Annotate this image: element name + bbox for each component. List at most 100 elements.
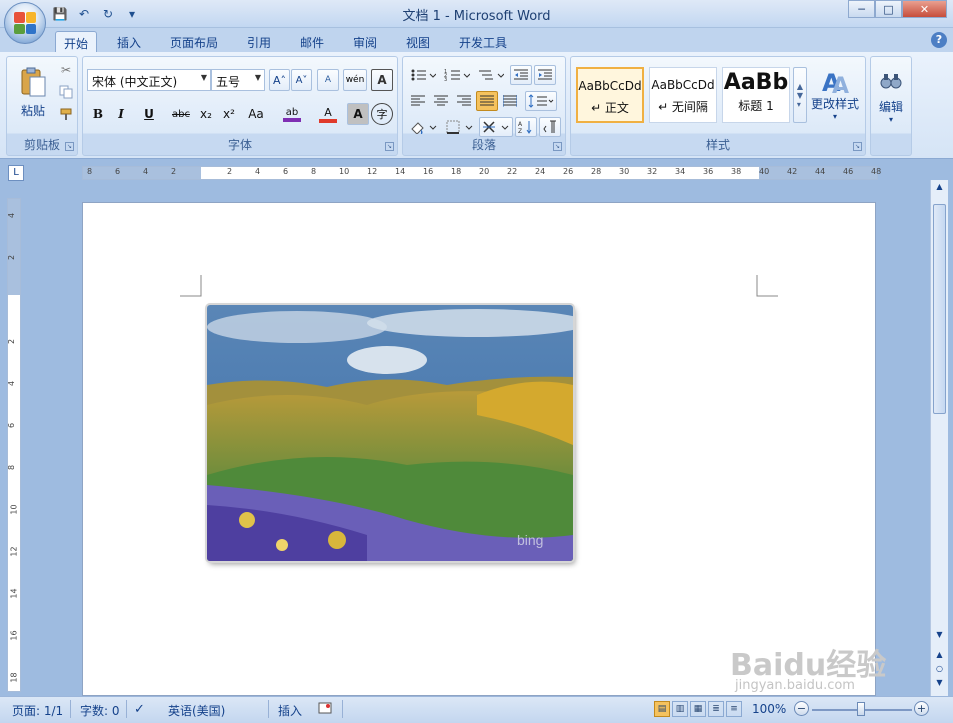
outline-view-icon[interactable]: ≣ — [708, 701, 724, 717]
horizontal-ruler[interactable]: 8 6 4 2 2 4 6 8 10 12 14 16 18 20 22 24 26 28 30 32 34 36 38 40… — [82, 166, 881, 180]
tab-review[interactable]: 审阅 — [344, 31, 386, 52]
shrink-font-button[interactable]: A˅ — [291, 69, 312, 91]
zoom-level[interactable]: 100% — [752, 702, 786, 716]
page-count[interactable]: 页面: 1/1 — [12, 702, 63, 719]
highlight-button[interactable]: ab — [275, 103, 309, 125]
decrease-indent-icon[interactable] — [510, 65, 532, 85]
char-shading-button[interactable]: A — [347, 103, 369, 125]
multilevel-list-icon[interactable] — [475, 65, 507, 85]
tab-home[interactable]: 开始 — [55, 31, 97, 52]
tab-developer[interactable]: 开发工具 — [450, 31, 516, 52]
styles-scroll[interactable]: ▲ ▼ ▾ — [793, 67, 807, 123]
ruler-tick: 10 — [339, 167, 350, 176]
clear-format-button[interactable]: A — [317, 69, 339, 91]
chinese-layout-icon[interactable] — [479, 117, 513, 137]
grow-font-button[interactable]: A˄ — [269, 69, 290, 91]
change-case-button[interactable]: Aa — [241, 103, 271, 125]
enclose-char-button[interactable]: 字 — [371, 103, 393, 125]
next-page-icon[interactable]: ▼ — [933, 678, 946, 692]
cut-icon[interactable]: ✂ — [57, 61, 75, 79]
font-color-button[interactable]: A — [311, 103, 345, 125]
subscript-button[interactable]: x₂ — [195, 103, 217, 125]
justify-icon[interactable] — [476, 91, 498, 111]
editing-button[interactable]: 编辑 ▾ — [873, 61, 909, 135]
line-spacing-icon[interactable] — [525, 91, 557, 111]
ruler-tick: 24 — [535, 167, 546, 176]
zoom-in-icon[interactable]: + — [914, 701, 929, 716]
prev-page-icon[interactable]: ▲ — [933, 650, 946, 664]
sort-icon[interactable]: AZ — [515, 117, 537, 137]
inserted-picture[interactable]: bing — [207, 305, 573, 561]
font-size-combo[interactable]: 五号 ▼ — [211, 69, 265, 91]
font-color-label: A — [324, 105, 332, 119]
office-logo-icon — [14, 12, 36, 34]
proofing-icon[interactable]: ✓ — [134, 702, 145, 717]
office-button[interactable] — [4, 2, 46, 44]
align-right-icon[interactable] — [453, 91, 475, 111]
tab-references[interactable]: 引用 — [238, 31, 280, 52]
vertical-ruler[interactable]: 4 2 2 4 6 8 10 12 14 16 18 — [7, 198, 21, 692]
zoom-slider-handle[interactable] — [857, 702, 865, 716]
font-name-combo[interactable]: 宋体 (中文正文) ▼ — [87, 69, 211, 91]
change-styles-button[interactable]: AA 更改样式 ▾ — [809, 63, 861, 125]
full-screen-reading-icon[interactable]: ▥ — [672, 701, 688, 717]
scroll-down-icon[interactable]: ▼ — [933, 630, 946, 644]
tab-view[interactable]: 视图 — [397, 31, 439, 52]
ruler-tick: 30 — [619, 167, 630, 176]
borders-icon[interactable] — [443, 117, 477, 137]
tab-mailings[interactable]: 邮件 — [291, 31, 333, 52]
minimize-button[interactable]: ─ — [848, 0, 875, 18]
macro-record-icon[interactable] — [318, 702, 332, 717]
format-painter-icon[interactable] — [57, 105, 75, 123]
style-heading-1[interactable]: AaBb 标题 1 — [722, 67, 790, 123]
scroll-thumb[interactable] — [933, 204, 946, 414]
style-normal[interactable]: AaBbCcDd ↵ 正文 — [576, 67, 644, 123]
maximize-button[interactable]: □ — [875, 0, 902, 18]
draft-view-icon[interactable]: ≡ — [726, 701, 742, 717]
tab-page-layout[interactable]: 页面布局 — [163, 31, 225, 52]
paragraph-launcher-icon[interactable]: ↘ — [553, 142, 562, 151]
bold-button[interactable]: B — [87, 103, 109, 125]
char-border-button[interactable]: A — [371, 69, 393, 91]
print-layout-icon[interactable]: ▤ — [654, 701, 670, 717]
style-no-spacing[interactable]: AaBbCcDd ↵ 无间隔 — [649, 67, 717, 123]
paragraph-group-label: 段落 — [471, 138, 496, 152]
help-icon[interactable]: ? — [931, 32, 947, 48]
superscript-button[interactable]: x² — [218, 103, 240, 125]
browse-object-icon[interactable]: ○ — [933, 664, 946, 678]
increase-indent-icon[interactable] — [534, 65, 556, 85]
word-count[interactable]: 字数: 0 — [80, 702, 120, 719]
change-styles-label: 更改样式 — [810, 97, 859, 111]
strikethrough-button[interactable]: abc — [168, 103, 194, 125]
copy-icon[interactable] — [57, 83, 75, 101]
status-bar: 页面: 1/1 字数: 0 ✓ 英语(美国) 插入 ▤ ▥ ▦ ≣ ≡ 100%… — [0, 696, 953, 723]
font-launcher-icon[interactable]: ↘ — [385, 142, 394, 151]
align-left-icon[interactable] — [407, 91, 429, 111]
distribute-icon[interactable] — [499, 91, 521, 111]
tab-selector[interactable]: L — [8, 165, 24, 181]
shading-icon[interactable] — [407, 117, 441, 137]
show-marks-icon[interactable] — [539, 117, 561, 137]
bullets-icon[interactable] — [407, 65, 439, 85]
paste-button[interactable]: 粘贴 — [11, 61, 55, 123]
underline-button[interactable]: U — [134, 103, 164, 125]
web-layout-icon[interactable]: ▦ — [690, 701, 706, 717]
ruler-tick: 8 — [87, 167, 93, 176]
insert-mode[interactable]: 插入 — [278, 702, 302, 719]
italic-button[interactable]: I — [110, 103, 132, 125]
ribbon-tabs: 开始 插入 页面布局 引用 邮件 审阅 视图 开发工具 ? — [0, 28, 953, 52]
ruler-tick: 32 — [647, 167, 658, 176]
ruler-tick: 8 — [311, 167, 317, 176]
numbering-icon[interactable]: 123 — [441, 65, 473, 85]
vertical-scrollbar[interactable]: ▲ ▼ ▲ ○ ▼ — [930, 180, 948, 696]
tab-insert[interactable]: 插入 — [108, 31, 150, 52]
align-center-icon[interactable] — [430, 91, 452, 111]
margin-corner-mark — [756, 275, 778, 297]
pinyin-guide-button[interactable]: wén — [343, 69, 367, 91]
language-status[interactable]: 英语(美国) — [168, 702, 225, 719]
zoom-out-icon[interactable]: − — [794, 701, 809, 716]
clipboard-launcher-icon[interactable]: ↘ — [65, 142, 74, 151]
close-button[interactable]: ✕ — [902, 0, 947, 18]
styles-launcher-icon[interactable]: ↘ — [853, 142, 862, 151]
scroll-up-icon[interactable]: ▲ — [933, 182, 946, 196]
